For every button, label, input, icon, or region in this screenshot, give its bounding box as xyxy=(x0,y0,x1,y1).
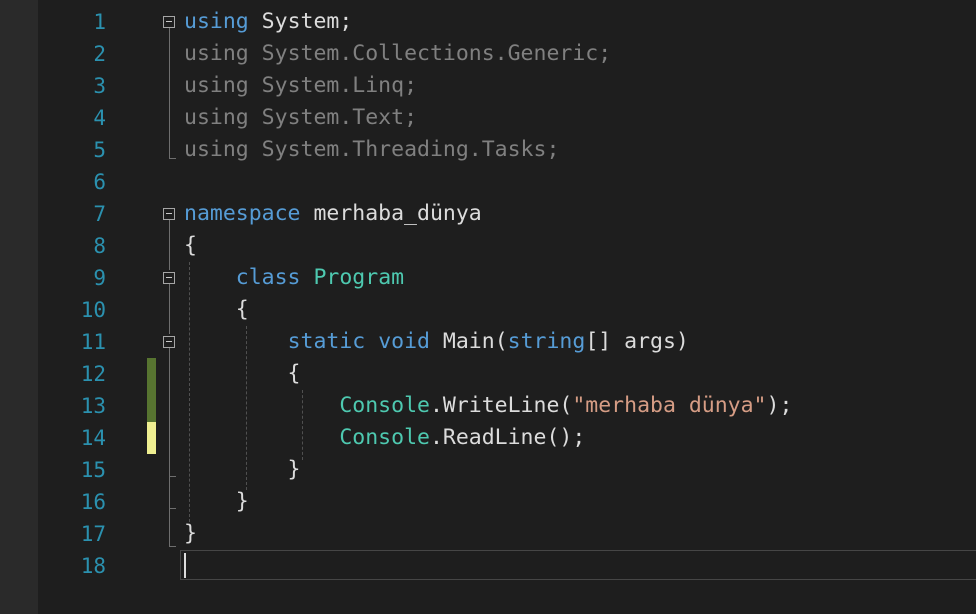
line-number: 4 xyxy=(93,106,106,130)
code-line[interactable]: using System; xyxy=(184,6,352,38)
type-token: Console xyxy=(339,425,430,450)
code-token: System; xyxy=(248,9,353,34)
code-line[interactable]: } xyxy=(184,454,301,486)
text-cursor xyxy=(184,553,186,578)
collapse-usings-icon[interactable] xyxy=(163,16,175,28)
line-number: 1 xyxy=(93,10,106,34)
line-number: 17 xyxy=(80,522,106,546)
line-number: 14 xyxy=(80,426,106,450)
code-token: merhaba_dünya xyxy=(300,201,482,226)
code-line[interactable]: } xyxy=(184,486,249,518)
code-token: { xyxy=(184,233,197,258)
collapse-namespace-icon[interactable] xyxy=(163,208,175,220)
keyword-token: using xyxy=(184,9,249,34)
line-number: 3 xyxy=(93,74,106,98)
line-number: 13 xyxy=(80,394,106,418)
string-token: "merhaba dünya" xyxy=(572,393,767,418)
type-token: Console xyxy=(339,393,430,418)
current-line-highlight xyxy=(180,550,976,580)
outline-line xyxy=(169,348,170,476)
code-token: .WriteLine( xyxy=(429,393,573,418)
outline-end xyxy=(169,476,176,477)
code-token: ); xyxy=(766,393,793,418)
code-line[interactable]: using System.Threading.Tasks; xyxy=(184,134,559,166)
line-number: 10 xyxy=(80,298,106,322)
keyword-token: void xyxy=(378,329,430,354)
outline-end xyxy=(169,508,176,509)
dimmed-token: using xyxy=(184,73,249,98)
code-token: } xyxy=(184,489,249,514)
line-number: 6 xyxy=(93,170,106,194)
line-number: 11 xyxy=(80,330,106,354)
code-token: { xyxy=(184,361,301,386)
code-line[interactable]: using System.Collections.Generic; xyxy=(184,38,611,70)
code-editor[interactable]: 1 2 3 4 5 6 7 8 9 10 11 12 13 14 15 16 1… xyxy=(0,0,976,614)
outline-end xyxy=(169,158,176,159)
outline-line xyxy=(169,508,170,546)
outline-line xyxy=(169,284,170,334)
keyword-token: class xyxy=(235,265,301,290)
change-indicator-unsaved xyxy=(147,422,156,454)
dimmed-token: using xyxy=(184,137,249,162)
code-line[interactable]: } xyxy=(184,518,197,550)
code-token: Main( xyxy=(429,329,508,354)
line-number: 18 xyxy=(80,554,106,578)
line-number: 8 xyxy=(93,234,106,258)
change-indicator-saved xyxy=(147,358,156,422)
code-line[interactable]: using System.Text; xyxy=(184,102,417,134)
outline-end xyxy=(169,546,176,547)
keyword-token: static xyxy=(287,329,366,354)
keyword-token: string xyxy=(507,329,586,354)
dimmed-token: System.Linq; xyxy=(248,73,418,98)
line-number: 7 xyxy=(93,202,106,226)
code-line[interactable]: Console.ReadLine(); xyxy=(184,422,585,454)
editor-margin-strip xyxy=(0,0,38,614)
line-number: 9 xyxy=(93,266,106,290)
dimmed-token: using xyxy=(184,41,249,66)
code-line[interactable]: { xyxy=(184,294,249,326)
dimmed-token: System.Text; xyxy=(248,105,418,130)
code-line[interactable]: using System.Linq; xyxy=(184,70,417,102)
line-number: 2 xyxy=(93,42,106,66)
dimmed-token: using xyxy=(184,105,249,130)
code-token: { xyxy=(184,297,249,322)
code-line[interactable]: static void Main(string[] args) xyxy=(184,326,689,358)
code-token: } xyxy=(184,457,301,482)
outline-line xyxy=(169,28,170,158)
code-token: } xyxy=(184,521,197,546)
dimmed-token: System.Threading.Tasks; xyxy=(248,137,560,162)
keyword-token: namespace xyxy=(184,201,301,226)
collapse-method-icon[interactable] xyxy=(163,336,175,348)
line-number: 16 xyxy=(80,490,106,514)
outline-line xyxy=(169,220,170,270)
line-number: 15 xyxy=(80,458,106,482)
code-line[interactable]: { xyxy=(184,230,197,262)
code-line[interactable]: namespace merhaba_dünya xyxy=(184,198,482,230)
code-token: [] args) xyxy=(585,329,689,354)
line-number: 12 xyxy=(80,362,106,386)
line-number: 5 xyxy=(93,138,106,162)
collapse-class-icon[interactable] xyxy=(163,272,175,284)
code-line[interactable]: class Program xyxy=(184,262,404,294)
code-token: .ReadLine(); xyxy=(429,425,586,450)
outline-line xyxy=(169,476,170,508)
dimmed-token: System.Collections.Generic; xyxy=(248,41,612,66)
line-number-gutter[interactable]: 1 2 3 4 5 6 7 8 9 10 11 12 13 14 15 16 1… xyxy=(38,0,116,614)
code-line[interactable]: Console.WriteLine("merhaba dünya"); xyxy=(184,390,792,422)
code-line[interactable]: { xyxy=(184,358,301,390)
type-token: Program xyxy=(313,265,405,290)
